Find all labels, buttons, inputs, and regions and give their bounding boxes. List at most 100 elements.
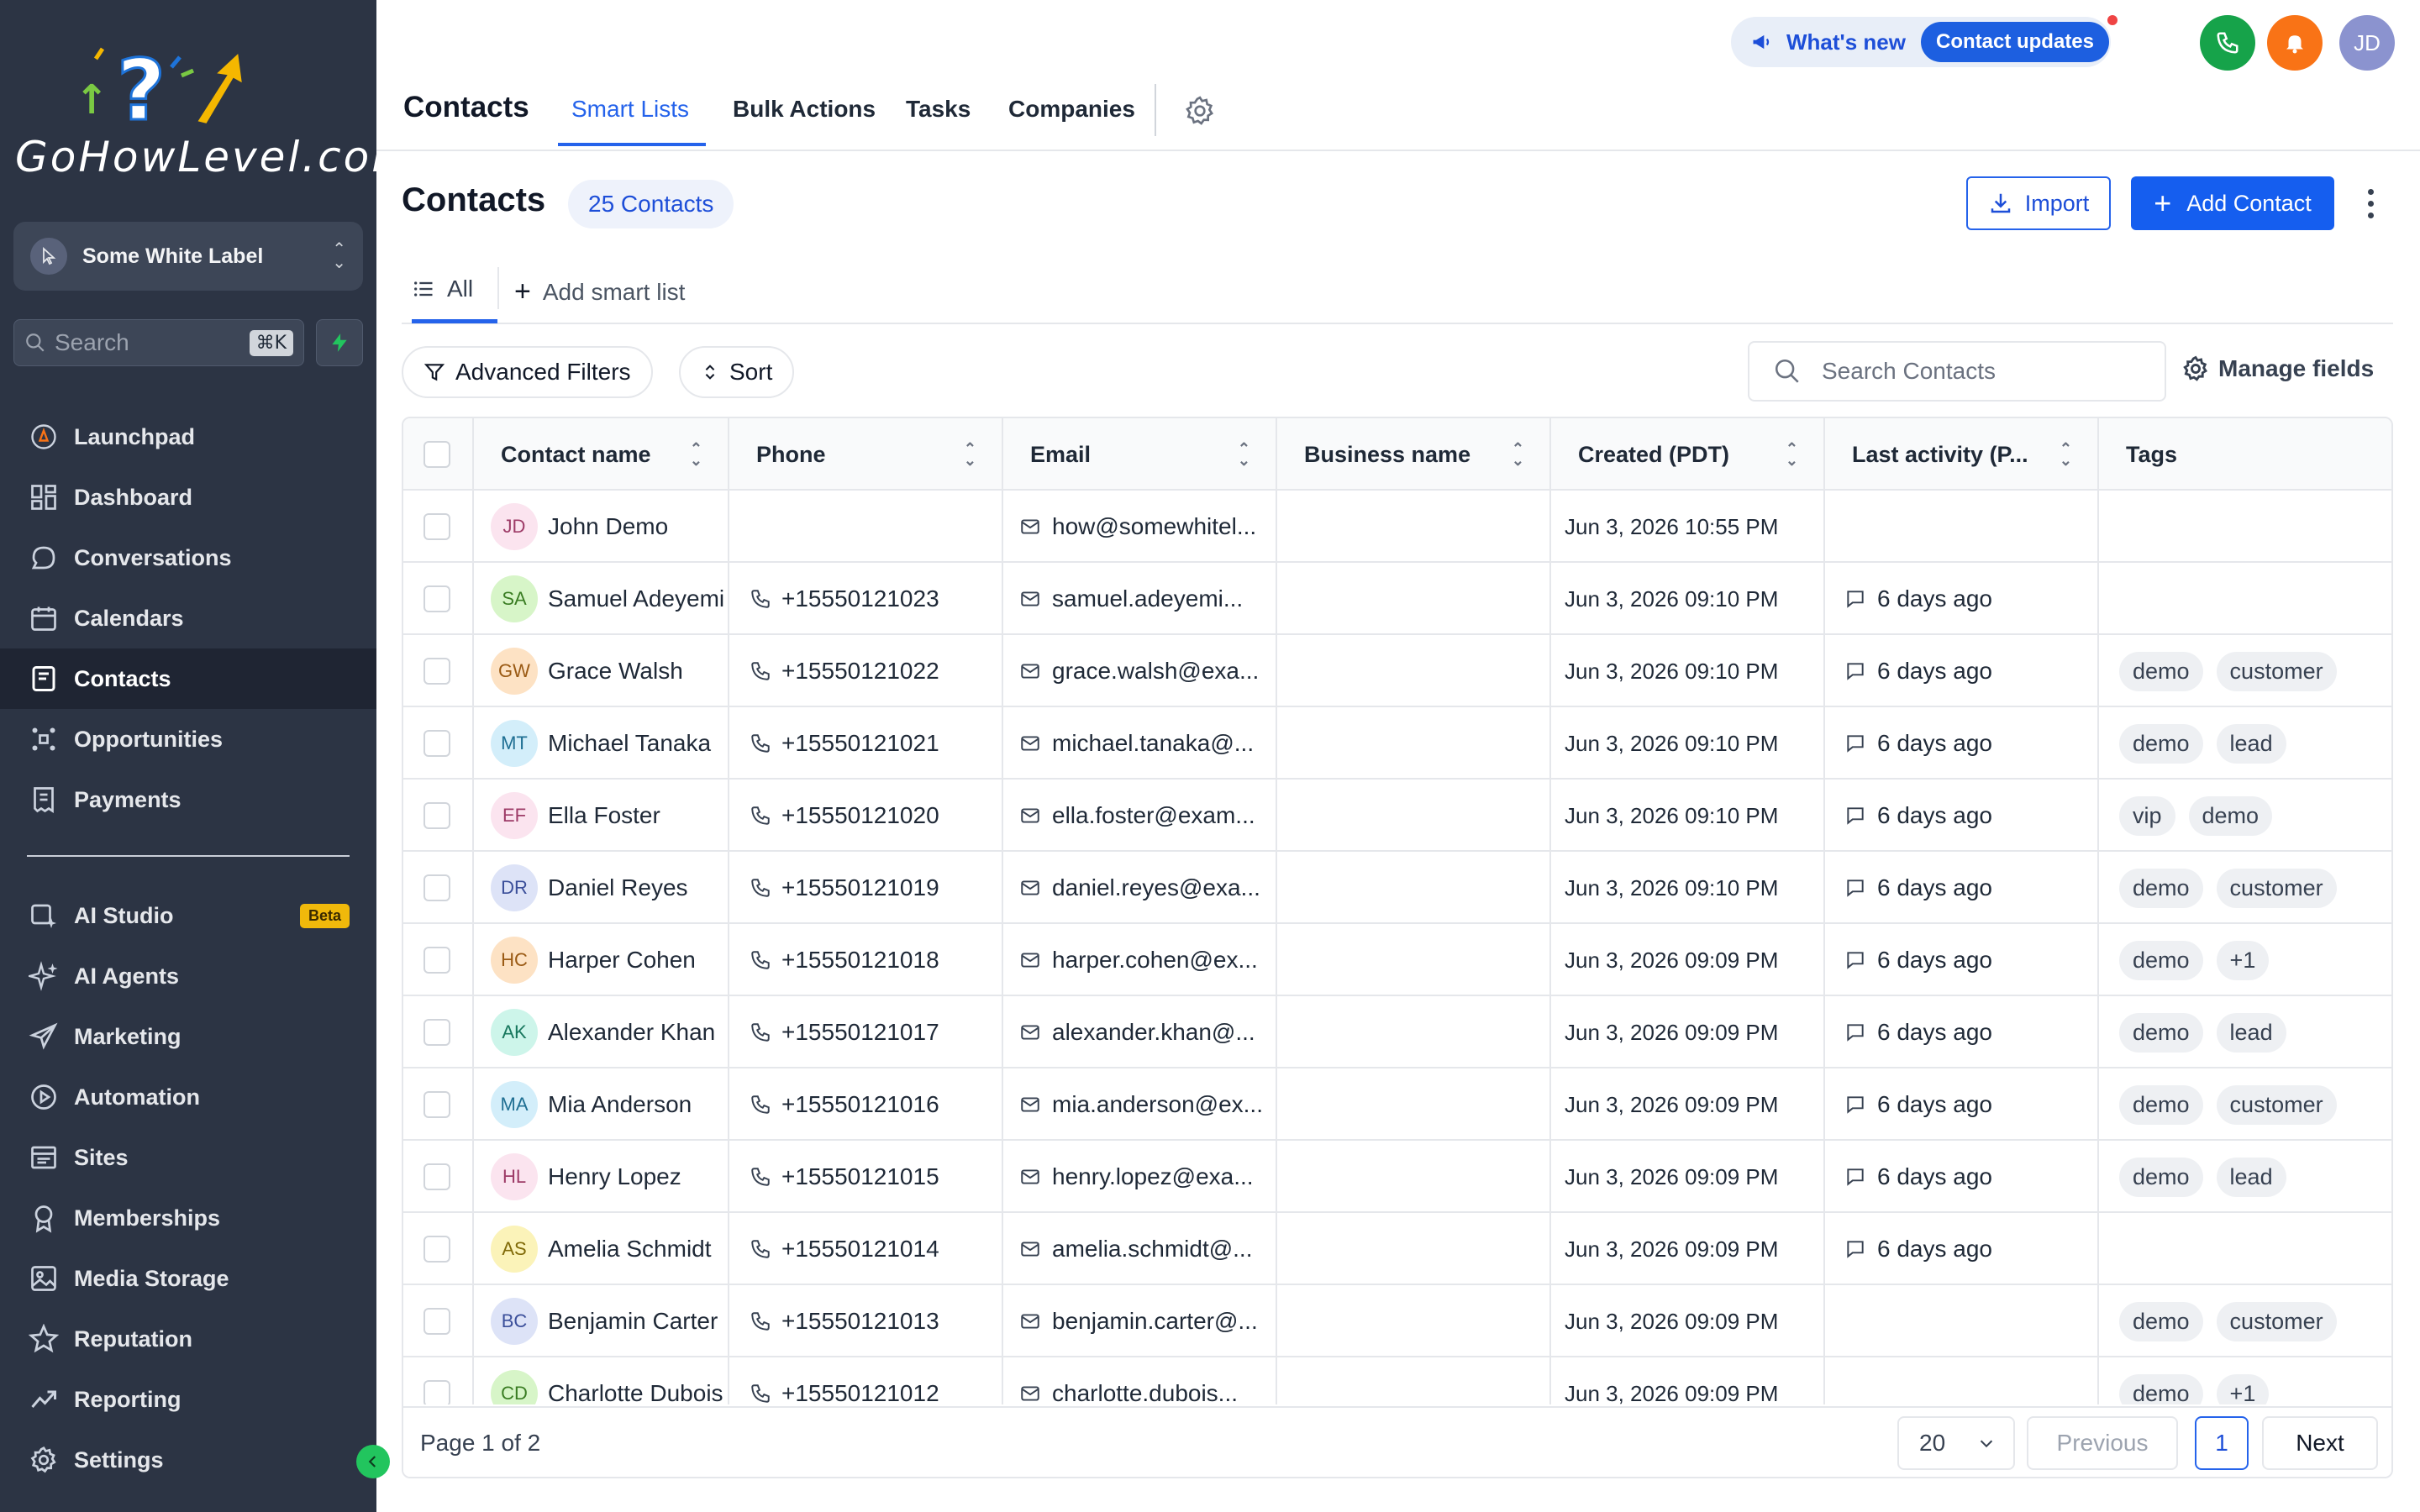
sidebar-item-conversations[interactable]: Conversations (0, 528, 376, 588)
page-size-select[interactable]: 20 (1897, 1416, 2015, 1470)
contact-name-cell[interactable]: JD John Demo (474, 491, 729, 563)
tab-tasks[interactable]: Tasks (906, 96, 971, 123)
contact-name[interactable]: Mia Anderson (548, 1091, 692, 1118)
collapse-sidebar-button[interactable] (356, 1445, 390, 1478)
tag-badge[interactable]: demo (2119, 868, 2203, 908)
contact-name-cell[interactable]: MT Michael Tanaka (474, 707, 729, 780)
tag-badge[interactable]: demo (2119, 651, 2203, 691)
tag-badge[interactable]: demo (2119, 723, 2203, 764)
email-value[interactable]: benjamin.carter@... (1052, 1308, 1258, 1335)
row-checkbox[interactable] (424, 1380, 450, 1404)
phone-value[interactable]: +15550121019 (781, 874, 939, 901)
email-value[interactable]: mia.anderson@ex... (1052, 1091, 1263, 1118)
contact-name[interactable]: Daniel Reyes (548, 874, 688, 901)
row-checkbox[interactable] (424, 1019, 450, 1046)
phone-value[interactable]: +15550121012 (781, 1380, 939, 1404)
contact-name-cell[interactable]: AK Alexander Khan (474, 996, 729, 1068)
sidebar-item-calendars[interactable]: Calendars (0, 588, 376, 648)
sidebar-item-contacts[interactable]: Contacts (0, 648, 376, 709)
contact-name-cell[interactable]: GW Grace Walsh (474, 635, 729, 707)
tag-badge[interactable]: customer (2216, 1084, 2337, 1125)
next-page-button[interactable]: Next (2262, 1416, 2378, 1470)
previous-page-button[interactable]: Previous (2027, 1416, 2178, 1470)
add-smart-list-button[interactable]: + Add smart list (514, 276, 685, 308)
sidebar-item-launchpad[interactable]: Launchpad (0, 407, 376, 467)
table-row[interactable]: CD Charlotte Dubois +15550121012 charlotte.… (403, 1357, 2391, 1404)
contact-name[interactable]: John Demo (548, 513, 668, 540)
row-checkbox[interactable] (424, 1091, 450, 1118)
contact-name[interactable]: Ella Foster (548, 802, 660, 829)
contact-name-cell[interactable]: BC Benjamin Carter (474, 1285, 729, 1357)
sidebar-search-input[interactable]: Search ⌘K (13, 319, 304, 366)
column-header-business-name[interactable]: Business name ⌃ ⌄ (1277, 418, 1551, 491)
contact-name[interactable]: Amelia Schmidt (548, 1236, 712, 1263)
email-value[interactable]: michael.tanaka@... (1052, 730, 1254, 757)
tag-badge[interactable]: demo (2119, 940, 2203, 980)
contact-name[interactable]: Samuel Adeyemi (548, 585, 724, 612)
contact-name-cell[interactable]: DR Daniel Reyes (474, 852, 729, 924)
contact-name[interactable]: Harper Cohen (548, 947, 696, 974)
sort-button[interactable]: Sort (679, 346, 795, 398)
add-contact-button[interactable]: + Add Contact (2131, 176, 2334, 230)
table-row[interactable]: GW Grace Walsh +15550121022 grace.walsh@exa… (403, 635, 2391, 707)
phone-value[interactable]: +15550121014 (781, 1236, 939, 1263)
row-checkbox[interactable] (424, 1308, 450, 1335)
phone-value[interactable]: +15550121023 (781, 585, 939, 612)
sidebar-item-automation[interactable]: Automation (0, 1067, 376, 1127)
row-checkbox[interactable] (424, 658, 450, 685)
contact-name[interactable]: Alexander Khan (548, 1019, 715, 1046)
table-row[interactable]: SA Samuel Adeyemi +15550121023 samuel.adeye… (403, 563, 2391, 635)
sidebar-item-payments[interactable]: Payments (0, 769, 376, 830)
email-value[interactable]: henry.lopez@exa... (1052, 1163, 1254, 1190)
phone-value[interactable]: +15550121017 (781, 1019, 939, 1046)
sidebar-item-dashboard[interactable]: Dashboard (0, 467, 376, 528)
email-value[interactable]: charlotte.dubois... (1052, 1380, 1238, 1404)
row-checkbox[interactable] (424, 1163, 450, 1190)
tab-bulk-actions[interactable]: Bulk Actions (733, 96, 876, 123)
advanced-filters-button[interactable]: Advanced Filters (402, 346, 653, 398)
contact-name[interactable]: Michael Tanaka (548, 730, 711, 757)
tag-badge[interactable]: demo (2119, 1157, 2203, 1197)
email-value[interactable]: grace.walsh@exa... (1052, 658, 1259, 685)
contact-name-cell[interactable]: HL Henry Lopez (474, 1141, 729, 1213)
tag-badge[interactable]: demo (2119, 1084, 2203, 1125)
tag-badge[interactable]: demo (2119, 1373, 2203, 1404)
page-number-button[interactable]: 1 (2195, 1416, 2249, 1470)
column-header-email[interactable]: Email ⌃ ⌄ (1003, 418, 1277, 491)
contact-name-cell[interactable]: AS Amelia Schmidt (474, 1213, 729, 1285)
tag-badge[interactable]: demo (2119, 1301, 2203, 1341)
tag-badge[interactable]: +1 (2216, 1373, 2270, 1404)
phone-value[interactable]: +15550121022 (781, 658, 939, 685)
email-value[interactable]: how@somewhitel... (1052, 513, 1256, 540)
row-checkbox[interactable] (424, 1236, 450, 1263)
tab-companies[interactable]: Companies (1008, 96, 1135, 123)
contact-name[interactable]: Grace Walsh (548, 658, 683, 685)
phone-value[interactable]: +15550121020 (781, 802, 939, 829)
table-row[interactable]: HL Henry Lopez +15550121015 henry.lopez@exa… (403, 1141, 2391, 1213)
table-row[interactable]: MA Mia Anderson +15550121016 mia.anderson@e… (403, 1068, 2391, 1141)
contact-name[interactable]: Benjamin Carter (548, 1308, 718, 1335)
row-checkbox[interactable] (424, 730, 450, 757)
phone-value[interactable]: +15550121013 (781, 1308, 939, 1335)
tag-badge[interactable]: lead (2216, 723, 2286, 764)
phone-value[interactable]: +15550121021 (781, 730, 939, 757)
whats-new-pill[interactable]: What's new Contact updates (1731, 17, 2111, 67)
contact-name-cell[interactable]: CD Charlotte Dubois (474, 1357, 729, 1404)
table-row[interactable]: EF Ella Foster +15550121020 ella.foster@exa… (403, 780, 2391, 852)
phone-value[interactable]: +15550121015 (781, 1163, 939, 1190)
table-row[interactable]: AK Alexander Khan +15550121017 alexander.kh… (403, 996, 2391, 1068)
row-checkbox[interactable] (424, 585, 450, 612)
column-header-last-activity[interactable]: Last activity (P... ⌃ ⌄ (1825, 418, 2099, 491)
select-all-checkbox[interactable] (424, 441, 450, 468)
settings-gear-icon[interactable] (1183, 94, 1217, 132)
contact-name-cell[interactable]: SA Samuel Adeyemi (474, 563, 729, 635)
tag-badge[interactable]: customer (2216, 1301, 2337, 1341)
contact-name-cell[interactable]: HC Harper Cohen (474, 924, 729, 996)
phone-value[interactable]: +15550121018 (781, 947, 939, 974)
email-value[interactable]: alexander.khan@... (1052, 1019, 1255, 1046)
sidebar-item-ai-agents[interactable]: AI Agents (0, 946, 376, 1006)
tag-badge[interactable]: +1 (2216, 940, 2270, 980)
tag-badge[interactable]: lead (2216, 1157, 2286, 1197)
email-value[interactable]: amelia.schmidt@... (1052, 1236, 1253, 1263)
column-header-contact-name[interactable]: Contact name ⌃ ⌄ (474, 418, 729, 491)
